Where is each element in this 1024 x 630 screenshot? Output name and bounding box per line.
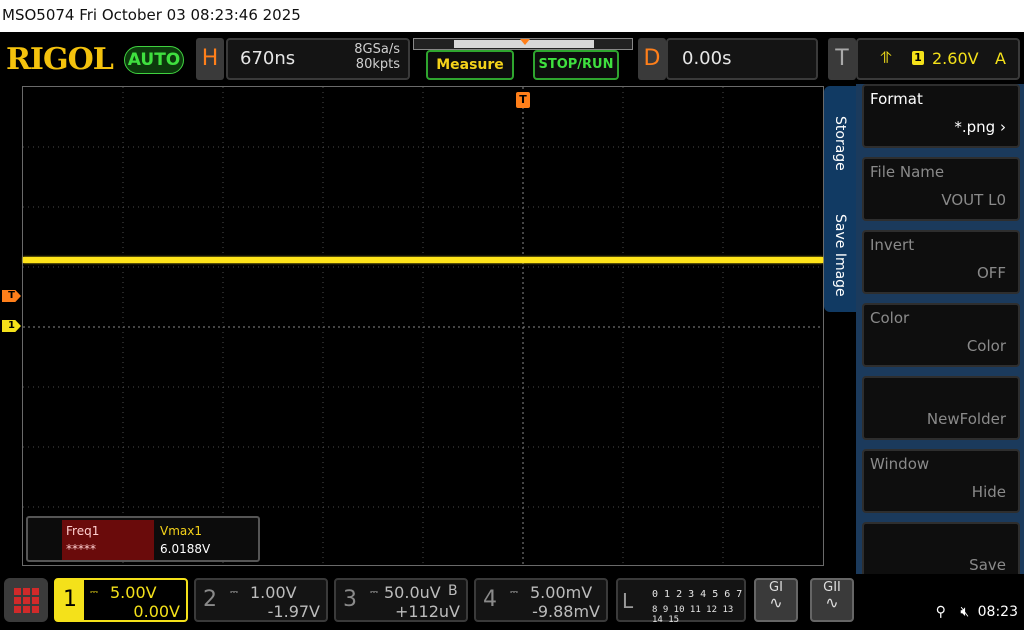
dc-coupling-icon: ⎓ bbox=[230, 587, 238, 598]
menu-value: Save bbox=[969, 556, 1006, 574]
bottom-bar: 1 ⎓ 5.00V 0.00V 2 ⎓ 1.00V -1.97V 3 ⎓ 50.… bbox=[0, 574, 1024, 630]
logic-channels-row1: 0 1 2 3 4 5 6 7 bbox=[652, 589, 743, 600]
channel-number: 4 bbox=[483, 587, 497, 612]
rising-edge-icon: ⥣ bbox=[880, 48, 892, 67]
memory-depth: 80kpts bbox=[355, 57, 400, 72]
horizontal-panel[interactable]: 670ns 8GSa/s 80kpts bbox=[226, 38, 410, 80]
delay-value: 0.00s bbox=[682, 48, 732, 69]
bandwidth-limit-badge: B bbox=[448, 583, 458, 599]
status-area: ⚲ 🔇︎ 08:23 bbox=[936, 604, 1018, 620]
sample-rate: 8GSa/s bbox=[354, 42, 400, 57]
measurement-label: Freq1 bbox=[66, 524, 100, 538]
grid-icon bbox=[14, 588, 21, 595]
tab-save-image[interactable]: Save Image bbox=[832, 214, 848, 297]
channel-4-button[interactable]: 4 ⎓ 5.00mV -9.88mV bbox=[474, 578, 608, 622]
auto-button[interactable]: AUTO bbox=[124, 46, 184, 74]
channel-2-button[interactable]: 2 ⎓ 1.00V -1.97V bbox=[194, 578, 328, 622]
menu-label: File Name bbox=[870, 163, 945, 181]
title-text: MSO5074 Fri October 03 08:23:46 2025 bbox=[2, 6, 301, 24]
channel-scale: 50.0uV bbox=[384, 583, 441, 602]
dc-coupling-icon: ⎓ bbox=[370, 587, 378, 598]
side-menu-panel: Format *.png › File Name VOUT L0 Invert … bbox=[856, 84, 1024, 592]
channel-offset: -1.97V bbox=[267, 602, 320, 621]
menu-item-color[interactable]: Color Color bbox=[862, 303, 1020, 367]
channel-number: 2 bbox=[203, 587, 217, 612]
mute-icon[interactable]: 🔇︎ bbox=[960, 604, 969, 620]
measurement-value: 6.0188V bbox=[160, 542, 211, 556]
channel-number: 3 bbox=[343, 587, 357, 612]
menu-item-format[interactable]: Format *.png › bbox=[862, 84, 1020, 148]
generator-1-button[interactable]: GI ∿ bbox=[754, 578, 798, 622]
menu-value: Hide bbox=[971, 483, 1006, 501]
menu-label: Invert bbox=[870, 236, 915, 254]
title-bar: MSO5074 Fri October 03 08:23:46 2025 bbox=[0, 0, 1024, 32]
trigger-mode: A bbox=[995, 49, 1006, 68]
channel-scale: 5.00mV bbox=[530, 583, 593, 602]
trigger-channel-badge: 1 bbox=[912, 51, 924, 65]
tab-storage[interactable]: Storage bbox=[832, 116, 848, 171]
channel-scale: 5.00V bbox=[110, 583, 157, 602]
menu-label: Window bbox=[870, 455, 930, 473]
menu-item-new-folder[interactable]: NewFolder bbox=[862, 376, 1020, 440]
logic-analyzer-button[interactable]: L 0 1 2 3 4 5 6 7 8 9 10 11 12 13 14 15 bbox=[616, 578, 746, 625]
channel-scale: 1.00V bbox=[250, 583, 297, 602]
channel-offset: -9.88mV bbox=[532, 602, 600, 621]
logic-letter: L bbox=[622, 589, 634, 613]
delay-letter[interactable]: D bbox=[638, 38, 666, 80]
channel-number: 1 bbox=[56, 580, 84, 620]
clock-time: 08:23 bbox=[977, 604, 1018, 620]
trigger-level: 2.60V bbox=[932, 49, 979, 68]
measure-button[interactable]: Measure bbox=[426, 50, 514, 80]
channel-3-button[interactable]: 3 ⎓ 50.0uV B +112uV bbox=[334, 578, 468, 622]
measurement-value: ***** bbox=[66, 542, 96, 556]
menu-value: VOUT L0 bbox=[941, 191, 1006, 209]
waveform-grid[interactable] bbox=[22, 86, 824, 566]
menu-label: Format bbox=[870, 90, 923, 108]
channel1-offset-marker[interactable]: 1 bbox=[2, 320, 21, 332]
sine-wave-icon: ∿ bbox=[825, 593, 839, 612]
menu-item-file-name[interactable]: File Name VOUT L0 bbox=[862, 157, 1020, 221]
menu-label: Color bbox=[870, 309, 910, 327]
measurement-label: Vmax1 bbox=[160, 524, 202, 538]
generator-2-button[interactable]: GII ∿ bbox=[810, 578, 854, 622]
menu-value: *.png › bbox=[954, 118, 1006, 136]
dc-coupling-icon: ⎓ bbox=[90, 587, 98, 598]
channel-offset: 0.00V bbox=[133, 602, 180, 621]
channel1-trace bbox=[23, 257, 823, 263]
measurement-panel[interactable]: Freq1 ***** Vmax1 6.0188V bbox=[26, 516, 260, 562]
side-menu-tab[interactable]: Storage Save Image bbox=[824, 86, 856, 312]
trigger-letter[interactable]: T bbox=[828, 38, 856, 80]
channel-offset: +112uV bbox=[394, 602, 460, 621]
menu-value: Color bbox=[966, 337, 1006, 355]
chevron-right-icon: › bbox=[995, 118, 1006, 136]
trigger-level-marker[interactable]: T bbox=[2, 290, 21, 302]
trigger-panel[interactable]: ⥣ 1 2.60V A bbox=[856, 38, 1020, 80]
measurement-freq[interactable]: Freq1 ***** bbox=[62, 520, 154, 560]
delay-panel[interactable]: 0.00s bbox=[666, 38, 818, 80]
dc-coupling-icon: ⎓ bbox=[510, 587, 518, 598]
trigger-position-icon bbox=[520, 39, 530, 45]
grid-lines bbox=[23, 87, 823, 565]
home-menu-button[interactable] bbox=[4, 578, 48, 622]
sine-wave-icon: ∿ bbox=[769, 593, 783, 612]
menu-value: NewFolder bbox=[926, 410, 1006, 428]
channel-1-button[interactable]: 1 ⎓ 5.00V 0.00V bbox=[54, 578, 188, 622]
usb-icon: ⚲ bbox=[935, 604, 946, 620]
logic-channels-row2: 8 9 10 11 12 13 14 15 bbox=[652, 605, 734, 625]
rigol-logo: RIGOL bbox=[6, 42, 114, 77]
menu-item-window[interactable]: Window Hide bbox=[862, 449, 1020, 513]
timebase-value: 670ns bbox=[240, 48, 296, 69]
menu-item-invert[interactable]: Invert OFF bbox=[862, 230, 1020, 294]
horizontal-letter[interactable]: H bbox=[196, 38, 224, 80]
memory-position-bar[interactable] bbox=[413, 38, 633, 50]
stop-run-button[interactable]: STOP/RUN bbox=[533, 50, 619, 80]
measurement-vmax[interactable]: Vmax1 6.0188V bbox=[156, 520, 248, 560]
trigger-position-marker[interactable]: T bbox=[516, 92, 530, 108]
menu-value: OFF bbox=[976, 264, 1006, 282]
